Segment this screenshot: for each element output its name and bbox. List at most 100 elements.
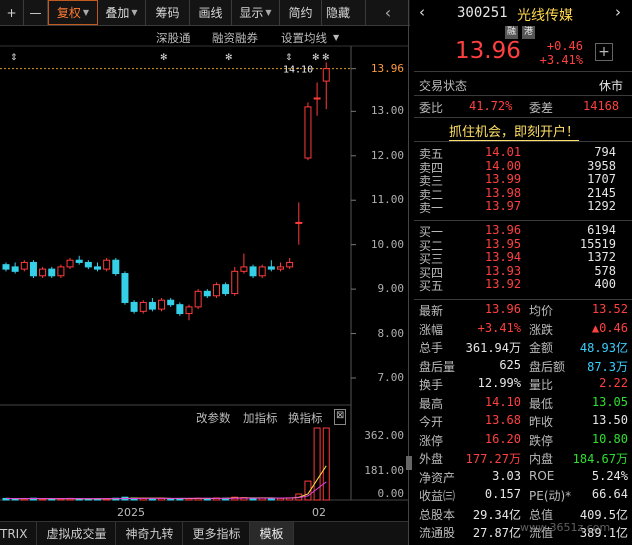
candle-body xyxy=(277,266,284,270)
edit-params-button[interactable]: 改参数 xyxy=(196,410,231,426)
stat-value: 0.157 xyxy=(484,487,521,501)
stat-value: 14.10 xyxy=(484,394,521,409)
ask-volume: 1292 xyxy=(587,199,616,214)
stat-label: 收益㈢ xyxy=(419,489,456,503)
tab-more-indicators[interactable]: 更多指标 xyxy=(183,521,251,545)
candle-body xyxy=(258,266,266,277)
stat-row: 今开 13.68 昨收 13.50 xyxy=(411,413,632,429)
candle-body xyxy=(185,306,193,315)
open-account-link[interactable]: 抓住机会，即刻开户！ xyxy=(449,121,580,141)
candle-body xyxy=(176,304,184,315)
candle-body xyxy=(148,301,156,310)
stat-row: 净资产 3.03 ROE 5.24% xyxy=(411,469,632,485)
candle-body xyxy=(75,259,83,263)
add-watchlist-button[interactable]: + xyxy=(595,43,613,61)
divider xyxy=(414,141,632,142)
kline-chart[interactable]: 14:10⇕ ✻ ✻ ⇕ ✻ ✻ xyxy=(0,0,408,545)
volume-tick: 362.00 xyxy=(364,429,404,442)
stat-value: 409.5亿 xyxy=(579,507,628,522)
stat-value: 48.93亿 xyxy=(579,341,628,355)
price-tick: 10.00 xyxy=(370,237,404,251)
weicha-label: 委差 xyxy=(529,101,554,115)
bid-volume: 6194 xyxy=(587,223,616,237)
price-tick: 7.00 xyxy=(377,371,405,384)
tab-virtual-volume[interactable]: 虚拟成交量 xyxy=(37,521,117,545)
candle-body xyxy=(313,97,321,100)
tab-magic-nine[interactable]: 神奇九转 xyxy=(116,521,184,545)
volume-ma5 xyxy=(5,465,327,500)
volume-bar xyxy=(267,497,275,501)
stat-value: 2.22 xyxy=(599,376,628,390)
stat-label: 金额 xyxy=(529,341,554,355)
tab-template[interactable]: 模板 xyxy=(250,521,294,545)
stat-row: 收益㈢ 0.157 PE(动)* 66.64 xyxy=(411,487,632,503)
price-tick: 12.00 xyxy=(370,148,404,162)
quote-panel: ‹ 300251 光线传媒 › 融 港 13.96 +0.46 +3.41% +… xyxy=(411,0,632,545)
ask-price: 14.00 xyxy=(485,158,522,173)
bid-label: 买五 xyxy=(419,279,444,294)
stat-label: PE(动)* xyxy=(529,489,572,503)
candle-body xyxy=(240,266,248,272)
candle-body xyxy=(48,268,56,277)
event-marker-icon: ✻ xyxy=(225,53,233,63)
ask-volume: 2145 xyxy=(587,185,616,200)
candle-body xyxy=(222,284,230,295)
bid-price: 13.93 xyxy=(485,263,522,278)
close-icon[interactable]: ⊠ xyxy=(334,409,347,425)
last-price-time: 14:10 xyxy=(283,65,313,76)
price-tick: 13.96 xyxy=(370,61,404,75)
add-indicator-button[interactable]: 加指标 xyxy=(243,410,278,426)
prev-stock-icon[interactable]: ‹ xyxy=(419,3,425,21)
tab-trix[interactable]: TRIX xyxy=(0,521,38,545)
price-change-pct: +3.41% xyxy=(539,53,583,67)
stat-label: 涨跌 xyxy=(529,322,554,337)
stat-value: 625 xyxy=(499,357,521,372)
candle-body xyxy=(249,266,257,277)
volume-bar xyxy=(167,498,175,501)
stat-label: 昨收 xyxy=(529,415,554,429)
event-marker-icon: ⇕ xyxy=(285,53,293,63)
ask-label: 卖一 xyxy=(419,201,444,216)
stat-label: 总手 xyxy=(419,341,444,355)
stat-value: 13.68 xyxy=(484,413,521,427)
status-label: 交易状态 xyxy=(419,79,468,93)
stat-value: 29.34亿 xyxy=(472,507,521,522)
stat-value: 87.3万 xyxy=(587,359,628,374)
stat-row: 涨停 16.20 跌停 10.80 xyxy=(411,432,632,448)
stat-label: 最高 xyxy=(419,396,444,411)
candle-body xyxy=(39,268,47,277)
stat-label: 盘后额 xyxy=(529,359,566,374)
stat-label: 总值 xyxy=(529,507,554,522)
candle-body xyxy=(295,221,303,224)
stat-value: 3.03 xyxy=(492,468,521,483)
stat-label: 涨停 xyxy=(419,433,444,448)
bid-price: 13.92 xyxy=(485,277,522,292)
stat-value: 16.20 xyxy=(484,431,521,446)
stat-value: 177.27万 xyxy=(465,452,521,466)
divider xyxy=(414,220,632,221)
weibi-label: 委比 xyxy=(419,101,444,115)
divider xyxy=(414,117,632,118)
stat-label: ROE xyxy=(529,468,555,483)
last-price: 13.96 xyxy=(455,38,521,64)
stat-label: 今开 xyxy=(419,415,444,429)
candle-body xyxy=(130,301,138,312)
stock-code: 300251 xyxy=(457,5,508,21)
divider xyxy=(414,95,632,96)
bid-price: 13.94 xyxy=(485,250,522,265)
indicator-tabs: TRIX 虚拟成交量 神奇九转 更多指标 模板 xyxy=(0,521,408,545)
commission-row: 委比 41.72% 委差 14168 xyxy=(411,99,632,115)
status-value: 休市 xyxy=(599,79,624,93)
candle-body xyxy=(94,266,101,270)
candle-body xyxy=(103,259,111,270)
stat-label: 量比 xyxy=(529,378,554,392)
candle-body xyxy=(231,270,239,295)
candle-body xyxy=(267,266,275,270)
candle-body xyxy=(286,261,294,268)
next-stock-icon[interactable]: › xyxy=(615,3,621,21)
event-marker-icon: ✻ xyxy=(312,53,320,63)
stat-value: 27.87亿 xyxy=(472,526,521,540)
ask-price: 13.99 xyxy=(485,172,522,187)
change-indicator-button[interactable]: 换指标 xyxy=(288,410,323,426)
stat-row: 最高 14.10 最低 13.05 xyxy=(411,395,632,411)
